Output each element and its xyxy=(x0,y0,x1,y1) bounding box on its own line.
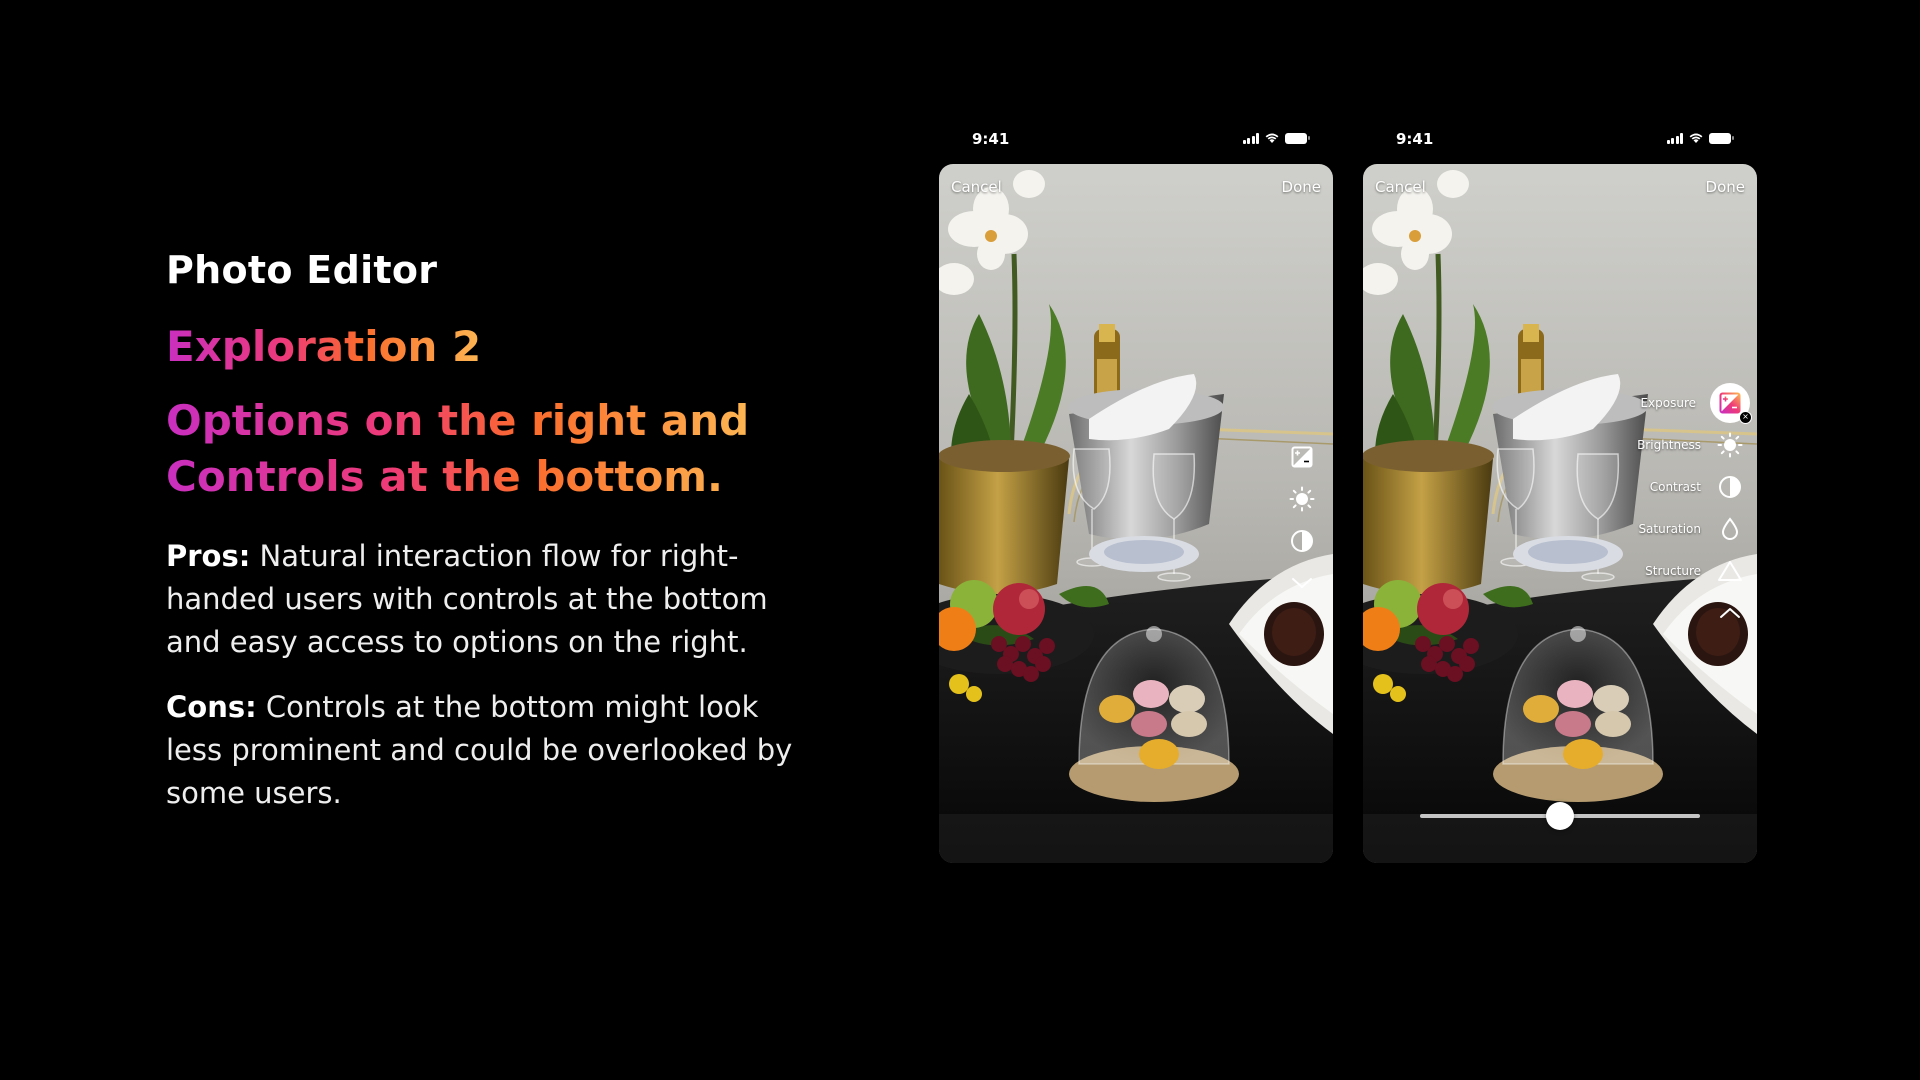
option-label: Structure xyxy=(1645,564,1701,578)
structure-icon[interactable] xyxy=(1715,556,1745,586)
headline-line-2: Controls at the bottom. xyxy=(166,452,724,501)
chevron-up-icon[interactable] xyxy=(1715,598,1745,628)
cons-paragraph: Cons: Controls at the bottom might look … xyxy=(166,686,806,815)
contrast-icon[interactable] xyxy=(1715,472,1745,502)
slider-thumb[interactable] xyxy=(1546,802,1574,830)
pros-paragraph: Pros: Natural interaction flow for right… xyxy=(166,535,806,664)
phone-mockup-2: 9:41 Cancel Done Exposure × Brightness C… xyxy=(1363,120,1757,164)
status-time: 9:41 xyxy=(1396,130,1434,148)
headline-line-1: Options on the right and xyxy=(166,396,750,445)
option-collapse[interactable] xyxy=(1525,592,1745,634)
status-icons xyxy=(1242,132,1310,144)
options-column xyxy=(1289,444,1315,596)
option-label: Exposure xyxy=(1640,396,1696,410)
pros-text: Natural interaction flow for right-hande… xyxy=(166,539,768,659)
status-bar: 9:41 xyxy=(1363,120,1757,164)
brightness-icon[interactable] xyxy=(1289,486,1315,512)
chevron-down-icon[interactable] xyxy=(1289,570,1315,596)
status-bar: 9:41 xyxy=(939,120,1333,164)
cellular-signal-icon xyxy=(1242,132,1259,144)
option-contrast[interactable]: Contrast xyxy=(1525,466,1745,508)
phone-mockup-1: 9:41 Cancel Done xyxy=(939,120,1333,164)
option-label: Contrast xyxy=(1649,480,1701,494)
done-button[interactable]: Done xyxy=(1282,178,1321,196)
editor-screen: Cancel Done xyxy=(939,164,1333,863)
option-brightness[interactable]: Brightness xyxy=(1525,424,1745,466)
slide-copy: Photo Editor Exploration 2 Options on th… xyxy=(166,248,806,815)
headline: Options on the right and Controls at the… xyxy=(166,393,749,505)
pros-label: Pros: xyxy=(166,539,251,573)
option-saturation[interactable]: Saturation xyxy=(1525,508,1745,550)
exposure-slider[interactable] xyxy=(1420,802,1700,830)
exploration-title: Exploration 2 xyxy=(166,322,482,371)
editor-top-bar: Cancel Done xyxy=(951,178,1321,196)
reset-badge-icon[interactable]: × xyxy=(1739,411,1752,424)
options-column-expanded: Exposure × Brightness Contrast Saturatio… xyxy=(1525,382,1752,634)
saturation-icon[interactable] xyxy=(1715,514,1745,544)
battery-icon xyxy=(1709,132,1734,144)
status-time: 9:41 xyxy=(972,130,1010,148)
cancel-button[interactable]: Cancel xyxy=(951,178,1002,196)
photo-preview xyxy=(939,164,1333,863)
status-icons xyxy=(1666,132,1734,144)
slide-kicker: Photo Editor xyxy=(166,248,438,292)
exposure-icon[interactable] xyxy=(1289,444,1315,470)
wifi-icon xyxy=(1689,133,1703,143)
option-structure[interactable]: Structure xyxy=(1525,550,1745,592)
wifi-icon xyxy=(1265,133,1279,143)
brightness-icon[interactable] xyxy=(1715,430,1745,460)
editor-top-bar: Cancel Done xyxy=(1375,178,1745,196)
done-button[interactable]: Done xyxy=(1706,178,1745,196)
battery-icon xyxy=(1285,132,1310,144)
cons-text: Controls at the bottom might look less p… xyxy=(166,690,793,810)
cellular-signal-icon xyxy=(1666,132,1683,144)
exposure-icon[interactable]: × xyxy=(1710,383,1752,424)
cancel-button[interactable]: Cancel xyxy=(1375,178,1426,196)
option-exposure[interactable]: Exposure × xyxy=(1525,382,1752,424)
option-label: Saturation xyxy=(1638,522,1701,536)
option-label: Brightness xyxy=(1637,438,1701,452)
editor-screen: Cancel Done Exposure × Brightness Contra… xyxy=(1363,164,1757,863)
contrast-icon[interactable] xyxy=(1289,528,1315,554)
cons-label: Cons: xyxy=(166,690,257,724)
